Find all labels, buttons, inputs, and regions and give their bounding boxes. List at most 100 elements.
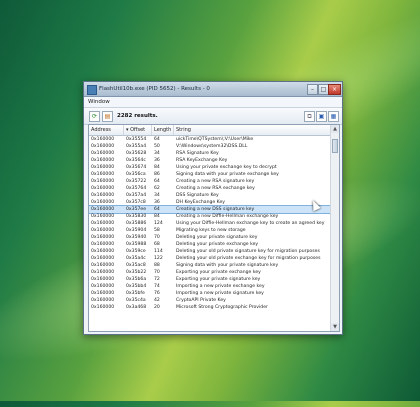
table-row[interactable]: 0x160000 0x35ac8 88 Signing data with your … bbox=[89, 262, 331, 269]
cell-length: 84 bbox=[154, 165, 160, 170]
cell-address: 0x160000 bbox=[91, 242, 115, 247]
title-bar[interactable]: FlashUtil10b.exe (PID 5652) - Results - … bbox=[84, 82, 342, 97]
menu-window[interactable]: Window bbox=[88, 97, 110, 107]
cell-length: 36 bbox=[154, 158, 160, 163]
cell-address: 0x160000 bbox=[91, 151, 115, 156]
cell-offset: 0x35bb4 bbox=[126, 284, 147, 289]
cell-address: 0x160000 bbox=[91, 214, 115, 219]
column-string[interactable]: String bbox=[174, 125, 331, 135]
menu-bar: Window bbox=[84, 97, 342, 108]
column-offset[interactable]: ▾ Offset bbox=[124, 125, 152, 135]
cell-length: 124 bbox=[154, 221, 163, 226]
cell-address: 0x160000 bbox=[91, 207, 115, 212]
cell-length: 64 bbox=[154, 207, 160, 212]
table-row[interactable]: 0x160000 0x35674 84 Using your private exch… bbox=[89, 164, 331, 171]
cell-length: 68 bbox=[154, 242, 160, 247]
cell-address: 0x160000 bbox=[91, 179, 115, 184]
cell-address: 0x160000 bbox=[91, 284, 115, 289]
cell-length: 122 bbox=[154, 256, 163, 261]
cell-string: Creating a new RSA signature key bbox=[176, 179, 255, 184]
cell-offset: 0x35b22 bbox=[126, 270, 147, 275]
cell-offset: 0x35a4c bbox=[126, 256, 146, 261]
cell-string: Using your Diffie-Hellman exchange key t… bbox=[176, 221, 325, 226]
table-row[interactable]: 0x160000 0x35904 58 Migrating keys to new s… bbox=[89, 227, 331, 234]
scroll-thumb[interactable] bbox=[332, 139, 338, 153]
table-row[interactable]: 0x160000 0x35988 68 Deleting your private e… bbox=[89, 241, 331, 248]
save-icon[interactable]: ▣ bbox=[316, 111, 327, 122]
cell-offset: 0x35ac8 bbox=[126, 263, 146, 268]
table-row[interactable]: 0x160000 0x3564c 36 RSA KeyExchange Key bbox=[89, 157, 331, 164]
cell-string: CryptoAPI Private Key bbox=[176, 298, 226, 303]
properties-icon[interactable]: ▦ bbox=[328, 111, 339, 122]
cell-length: 88 bbox=[154, 263, 160, 268]
close-button[interactable]: × bbox=[328, 84, 341, 95]
cell-offset: 0x35b6a bbox=[126, 277, 147, 282]
table-row[interactable]: 0x160000 0x35a4c 122 Deleting your old priv… bbox=[89, 255, 331, 262]
cell-offset: 0x3a468 bbox=[126, 305, 147, 310]
cell-offset: 0x35764 bbox=[126, 186, 147, 191]
table-row[interactable]: 0x160000 0x35764 62 Creating a new RSA exch… bbox=[89, 185, 331, 192]
column-length[interactable]: Length bbox=[152, 125, 174, 135]
cell-offset: 0x35628 bbox=[126, 151, 147, 156]
table-row[interactable]: 0x160000 0x357c8 36 DH KeyExchange Key bbox=[89, 199, 331, 206]
table-row[interactable]: 0x160000 0x356ca 86 Signing data with your … bbox=[89, 171, 331, 178]
toolbar: ⟳ ▤ 2282 results. ⧉ ▣ ▦ bbox=[84, 108, 342, 125]
table-row[interactable]: 0x160000 0x359ce 114 Deleting your old priv… bbox=[89, 248, 331, 255]
cell-offset: 0x35bfe bbox=[126, 291, 145, 296]
table-row[interactable]: 0x160000 0x35554 64 uickTime\QTSystem\;V:\U… bbox=[89, 136, 331, 143]
table-row[interactable]: 0x160000 0x35940 70 Deleting your private s… bbox=[89, 234, 331, 241]
app-icon bbox=[87, 85, 97, 95]
scroll-up-icon[interactable]: ▲ bbox=[331, 125, 339, 133]
window-title: FlashUtil10b.exe (PID 5652) - Results - … bbox=[99, 86, 210, 92]
cell-address: 0x160000 bbox=[91, 165, 115, 170]
cell-string: Exporting your private signature key bbox=[176, 277, 261, 282]
table-row[interactable]: 0x160000 0x35b6a 72 Exporting your private … bbox=[89, 276, 331, 283]
cell-string: RSA KeyExchange Key bbox=[176, 158, 228, 163]
table-row[interactable]: 0x160000 0x35628 34 RSA Signature Key bbox=[89, 150, 331, 157]
cell-address: 0x160000 bbox=[91, 144, 115, 149]
cell-length: 70 bbox=[154, 235, 160, 240]
filter-icon[interactable]: ▤ bbox=[102, 111, 113, 122]
cell-offset: 0x35904 bbox=[126, 228, 147, 233]
table-row[interactable]: 0x160000 0x355a4 50 V:\Windows\system32\DSS… bbox=[89, 143, 331, 150]
cell-string: uickTime\QTSystem\;V:\User\Mike bbox=[176, 137, 254, 142]
refresh-icon[interactable]: ⟳ bbox=[89, 111, 100, 122]
table-row[interactable]: 0x160000 0x35722 64 Creating a new RSA sign… bbox=[89, 178, 331, 185]
cell-offset: 0x35722 bbox=[126, 179, 147, 184]
table-row[interactable]: 0x160000 0x35886 124 Using your Diffie-Hell… bbox=[89, 220, 331, 227]
cell-string: Exporting your private exchange key bbox=[176, 270, 261, 275]
table-row[interactable]: 0x160000 0x35bfe 76 Importing a new private… bbox=[89, 290, 331, 297]
cell-string: Signing data with your private signature… bbox=[176, 263, 279, 268]
cell-string: Signing data with your private exchange … bbox=[176, 172, 279, 177]
cell-address: 0x160000 bbox=[91, 158, 115, 163]
table-row[interactable]: 0x160000 0x35b22 70 Exporting your private … bbox=[89, 269, 331, 276]
cell-address: 0x160000 bbox=[91, 172, 115, 177]
scroll-down-icon[interactable]: ▼ bbox=[331, 323, 339, 331]
cell-offset: 0x359ce bbox=[126, 249, 146, 254]
cell-string: Microsoft Strong Cryptographic Provider bbox=[176, 305, 268, 310]
table-row[interactable]: 0x160000 0x35bb4 74 Importing a new private… bbox=[89, 283, 331, 290]
column-address[interactable]: Address bbox=[89, 125, 124, 135]
vertical-scrollbar[interactable]: ▲ ▼ bbox=[330, 125, 339, 331]
cell-string: Creating a new Diffie-Hellman exchange k… bbox=[176, 214, 279, 219]
cell-offset: 0x35830 bbox=[126, 214, 147, 219]
cell-length: 58 bbox=[154, 228, 160, 233]
cell-string: Deleting your old private exchange key f… bbox=[176, 256, 321, 261]
cell-address: 0x160000 bbox=[91, 221, 115, 226]
cell-length: 34 bbox=[154, 151, 160, 156]
copy-icon[interactable]: ⧉ bbox=[304, 111, 315, 122]
table-row[interactable]: 0x160000 0x35830 84 Creating a new Diffie-H… bbox=[89, 213, 331, 220]
cell-length: 20 bbox=[154, 305, 160, 310]
cell-address: 0x160000 bbox=[91, 186, 115, 191]
table-row[interactable]: 0x160000 0x3a468 20 Microsoft Strong Crypto… bbox=[89, 304, 331, 311]
cell-offset: 0x35c4a bbox=[126, 298, 146, 303]
cell-offset: 0x355a4 bbox=[126, 144, 147, 149]
results-count: 2282 results. bbox=[117, 113, 158, 119]
table-row[interactable]: 0x160000 0x35c4a 42 CryptoAPI Private Key bbox=[89, 297, 331, 304]
cell-string: Creating a new DSS signature key bbox=[176, 207, 255, 212]
cell-address: 0x160000 bbox=[91, 235, 115, 240]
table-row[interactable]: 0x160000 0x357a4 34 DSS Signature Key bbox=[89, 192, 331, 199]
table-row[interactable]: 0x160000 0x357ee 64 Creating a new DSS sign… bbox=[89, 205, 332, 214]
cell-offset: 0x35940 bbox=[126, 235, 147, 240]
minimize-button[interactable]: – bbox=[307, 84, 318, 95]
